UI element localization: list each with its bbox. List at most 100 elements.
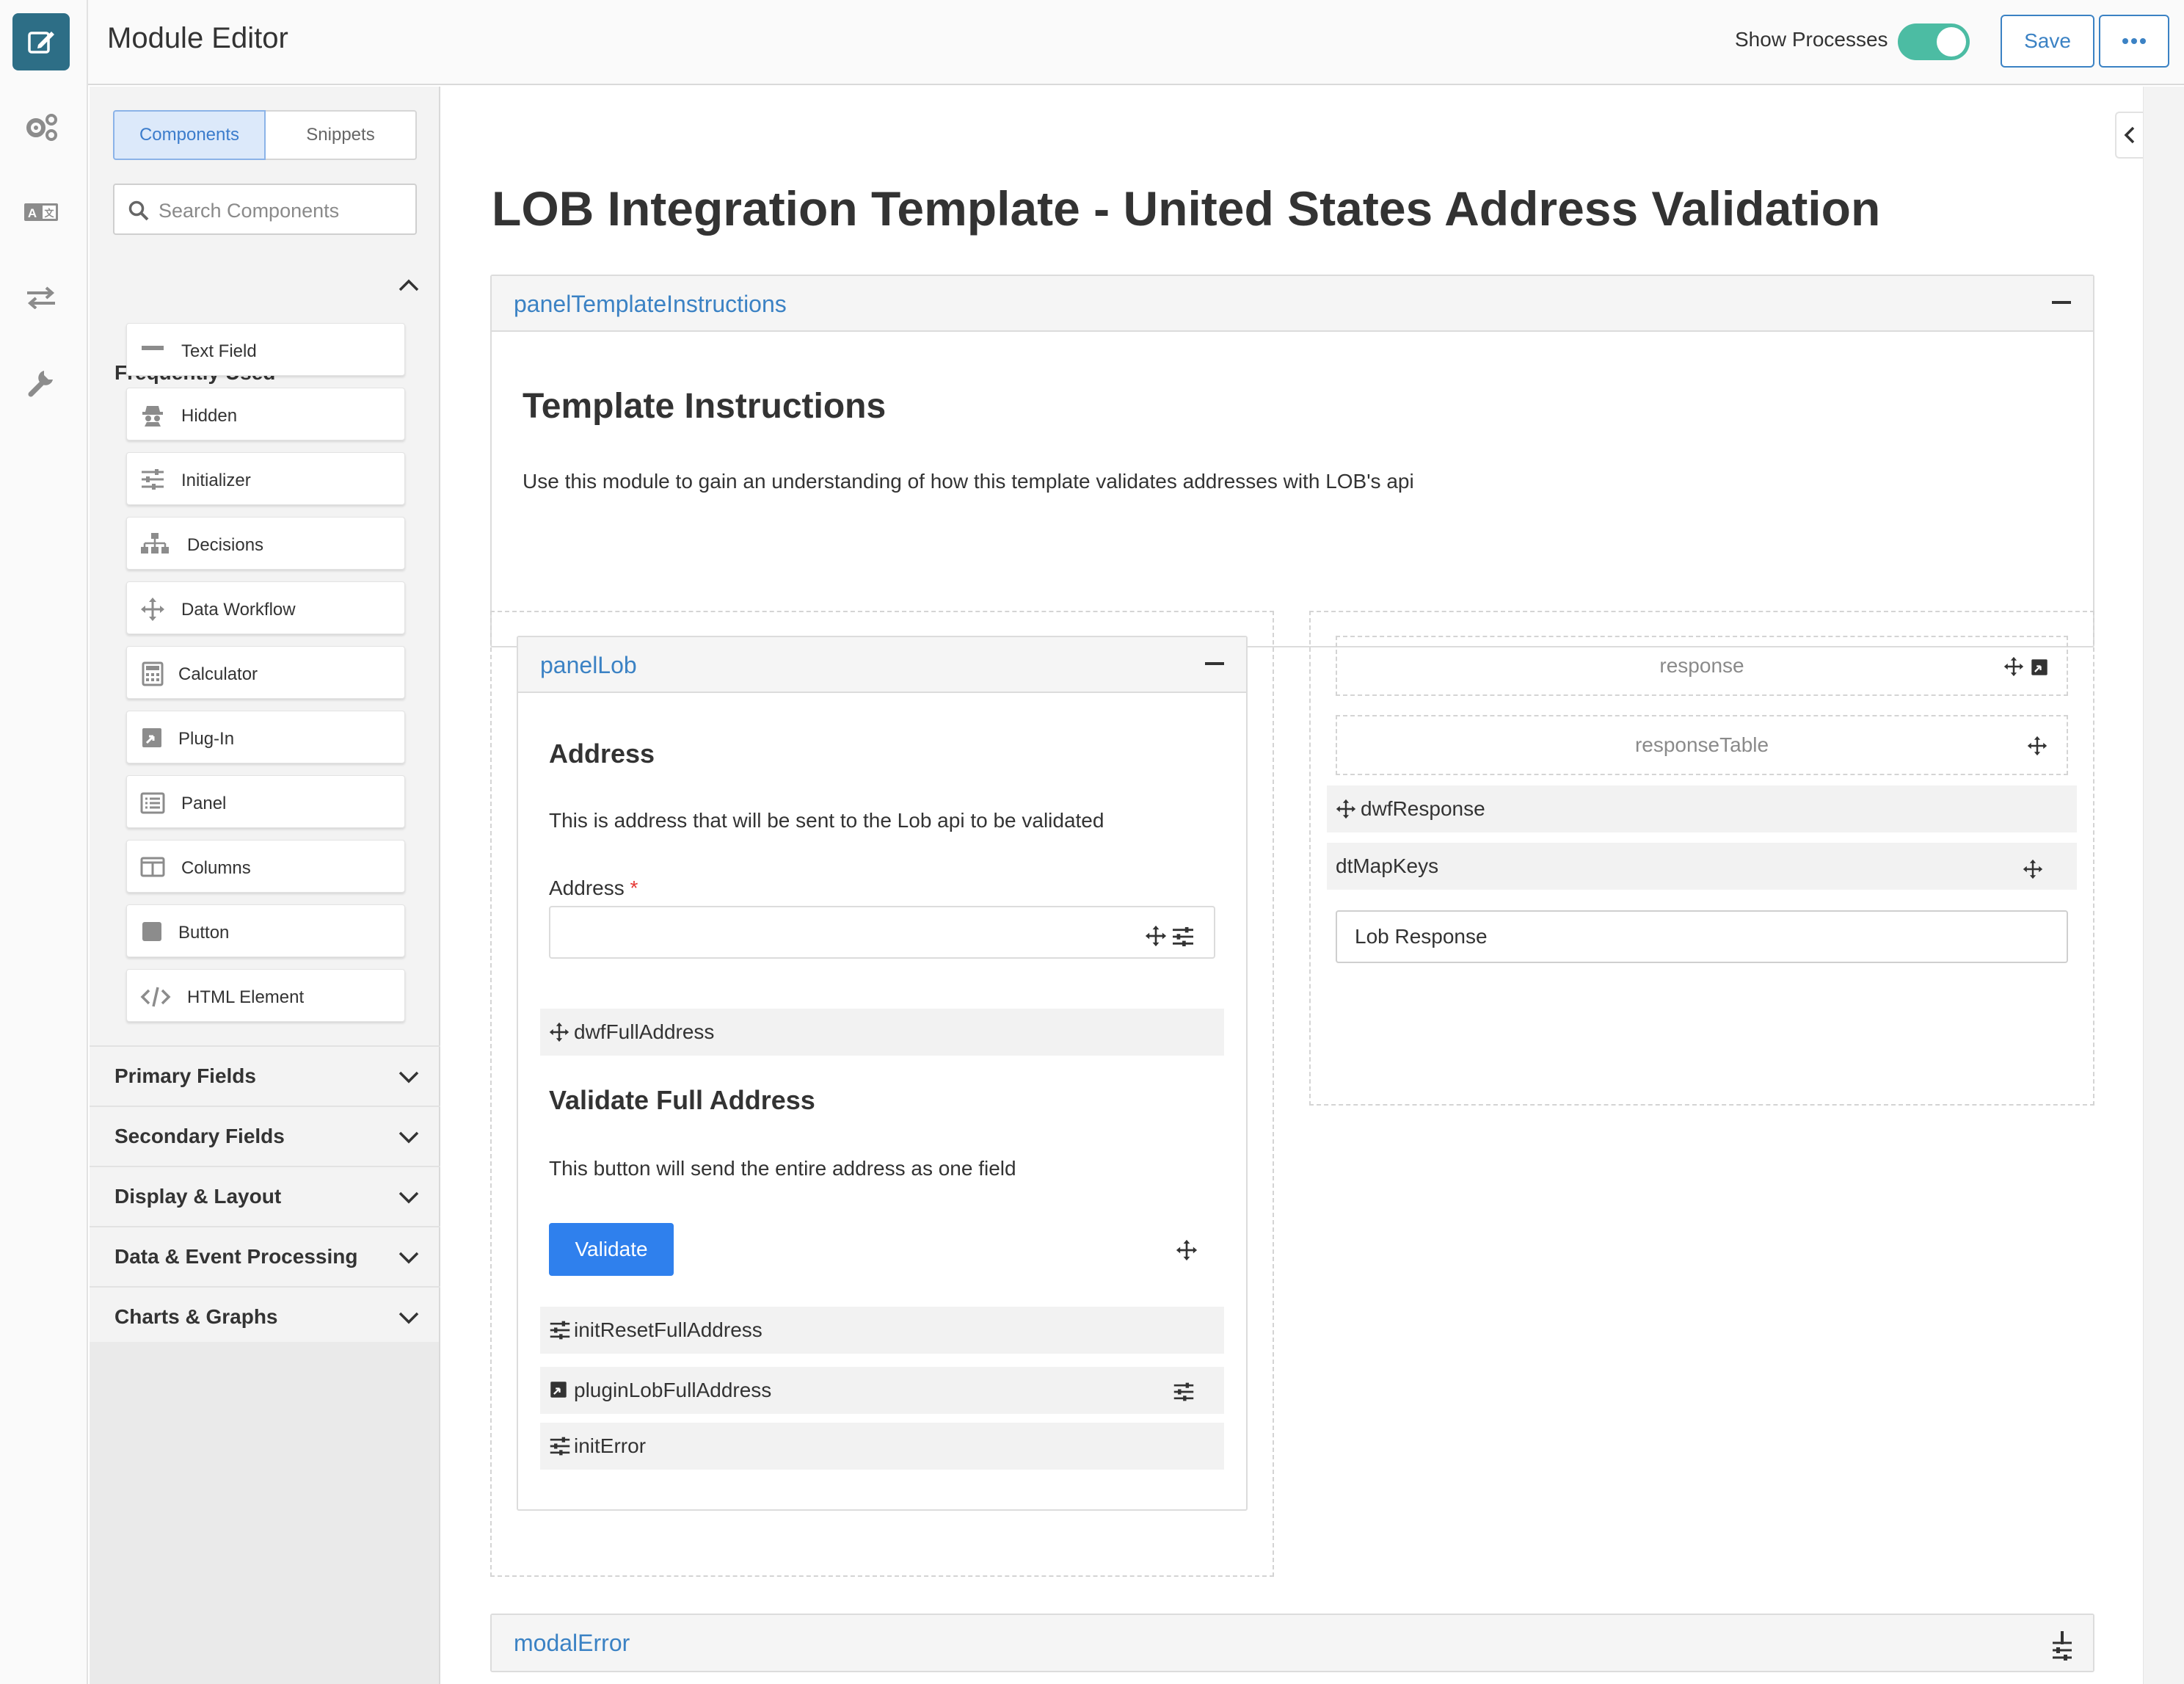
address-description: This is address that will be sent to the… — [549, 809, 1104, 832]
search-components-input[interactable]: Search Components — [113, 184, 417, 235]
move-icon[interactable] — [2023, 859, 2043, 879]
collapse-minus-icon[interactable] — [1205, 662, 1224, 665]
component-columns[interactable]: Columns — [126, 840, 405, 893]
section-data-event-processing[interactable]: Data & Event Processing — [90, 1226, 440, 1286]
validate-description: This button will send the entire address… — [549, 1157, 1016, 1180]
wrench-icon[interactable] — [12, 354, 70, 411]
panel-lob[interactable]: panelLob Address This is address that wi… — [517, 636, 1248, 1511]
svg-text:A: A — [28, 206, 37, 220]
response-hidden-field[interactable]: response — [1336, 636, 2068, 696]
process-label: dwfFullAddress — [574, 1020, 715, 1043]
initializer-sliders-icon — [142, 469, 164, 490]
save-button[interactable]: Save — [2001, 15, 2094, 68]
translate-icon[interactable]: A文 — [12, 184, 70, 241]
panel-title: modalError — [514, 1630, 630, 1656]
component-panel[interactable]: Panel — [126, 775, 405, 828]
dwf-full-address-process[interactable]: dwfFullAddress — [540, 1009, 1224, 1056]
component-calculator[interactable]: Calculator — [126, 646, 405, 699]
search-placeholder: Search Components — [159, 200, 340, 222]
edit-icon[interactable] — [12, 13, 70, 70]
section-primary-fields[interactable]: Primary Fields — [90, 1045, 440, 1106]
section-label: Primary Fields — [114, 1064, 256, 1087]
component-label: Button — [178, 923, 230, 943]
address-input[interactable] — [549, 906, 1215, 959]
component-button[interactable]: Button — [126, 904, 405, 957]
move-icon[interactable] — [2003, 656, 2024, 677]
component-text-field[interactable]: Text Field — [126, 323, 405, 376]
response-table-hidden-field[interactable]: responseTable — [1336, 715, 2068, 775]
section-charts-graphs[interactable]: Charts & Graphs — [90, 1286, 440, 1346]
collapse-minus-icon[interactable] — [2052, 301, 2071, 304]
process-label: initResetFullAddress — [574, 1318, 762, 1341]
plugin-icon — [550, 1382, 567, 1398]
component-plug-in[interactable]: Plug-In — [126, 711, 405, 763]
sidebar-empty-area — [90, 1342, 439, 1684]
instructions-body: Use this module to gain an understanding… — [523, 470, 1414, 493]
initializer-sliders-icon — [550, 1437, 570, 1456]
initializer-sliders-icon[interactable] — [2050, 1630, 2074, 1665]
initializer-sliders-icon[interactable] — [1171, 926, 1195, 947]
address-label: Address * — [549, 877, 638, 900]
more-options-button[interactable] — [2099, 15, 2169, 68]
component-decisions[interactable]: Decisions — [126, 517, 405, 570]
chevron-down-icon — [398, 1252, 419, 1264]
tab-components[interactable]: Components — [113, 110, 266, 160]
dwf-response-process[interactable]: dwfResponse — [1327, 785, 2077, 832]
component-data-workflow[interactable]: Data Workflow — [126, 581, 405, 634]
component-label: Data Workflow — [181, 600, 296, 620]
field-value: Lob Response — [1355, 925, 1488, 948]
sidebar-tabs: Components Snippets — [113, 110, 417, 160]
init-error-process[interactable]: initError — [540, 1423, 1224, 1470]
component-label: Hidden — [181, 406, 238, 426]
header-bar: Module Editor Show Processes Save — [88, 0, 2184, 85]
component-hidden[interactable]: Hidden — [126, 388, 405, 440]
editor-canvas: LOB Integration Template - United States… — [442, 87, 2144, 1684]
init-reset-full-address-process[interactable]: initResetFullAddress — [540, 1307, 1224, 1354]
panel-template-instructions[interactable]: panelTemplateInstructions Template Instr… — [490, 275, 2094, 647]
process-label: dtMapKeys — [1336, 854, 1439, 877]
process-label: dwfResponse — [1361, 797, 1485, 820]
component-label: Panel — [181, 794, 227, 813]
lob-response-field[interactable]: Lob Response — [1336, 910, 2068, 963]
collapse-drawer-button[interactable] — [2115, 112, 2143, 159]
panel-header[interactable]: modalError — [492, 1615, 2093, 1671]
chevron-up-icon[interactable] — [398, 277, 420, 292]
decisions-sitemap-icon — [141, 533, 169, 554]
component-initializer[interactable]: Initializer — [126, 452, 405, 505]
properties-drawer-edge — [2143, 87, 2184, 1684]
validate-button[interactable]: Validate — [549, 1223, 674, 1276]
panel-header[interactable]: panelTemplateInstructions — [492, 276, 2093, 332]
dt-map-keys-process[interactable]: dtMapKeys — [1327, 843, 2077, 890]
move-icon — [1336, 799, 1356, 819]
initializer-sliders-icon[interactable] — [1173, 1382, 1195, 1402]
move-icon[interactable] — [2027, 736, 2048, 756]
section-label: Charts & Graphs — [114, 1305, 278, 1328]
settings-gears-icon[interactable] — [12, 98, 70, 156]
plugin-lob-full-address-process[interactable]: pluginLobFullAddress — [540, 1367, 1224, 1414]
component-label: HTML Element — [187, 987, 305, 1007]
transfer-arrows-icon[interactable] — [12, 269, 70, 326]
show-processes-toggle[interactable] — [1898, 23, 1970, 60]
instructions-heading: Template Instructions — [523, 387, 887, 426]
tab-snippets[interactable]: Snippets — [266, 110, 417, 160]
component-label: Calculator — [178, 664, 258, 684]
code-icon — [140, 987, 171, 1007]
component-label: Decisions — [187, 535, 264, 555]
move-icon[interactable] — [1145, 925, 1167, 947]
component-html-element[interactable]: HTML Element — [126, 969, 405, 1022]
section-secondary-fields[interactable]: Secondary Fields — [90, 1106, 440, 1166]
section-label: Data & Event Processing — [114, 1245, 358, 1268]
frequently-used-header[interactable]: Frequently Used — [90, 255, 440, 384]
toggle-knob — [1937, 27, 1966, 57]
move-icon[interactable] — [1176, 1239, 1198, 1261]
data-workflow-move-icon — [141, 598, 164, 621]
modal-error[interactable]: modalError — [490, 1614, 2094, 1672]
chevron-left-icon — [2124, 126, 2135, 144]
chevron-down-icon — [398, 1312, 419, 1324]
section-display-layout[interactable]: Display & Layout — [90, 1166, 440, 1226]
section-label: Display & Layout — [114, 1185, 282, 1208]
page-title: LOB Integration Template - United States… — [492, 181, 1881, 236]
left-rail: A文 — [0, 0, 88, 1684]
plugin-icon[interactable] — [2030, 658, 2049, 677]
panel-header[interactable]: panelLob — [518, 637, 1246, 693]
